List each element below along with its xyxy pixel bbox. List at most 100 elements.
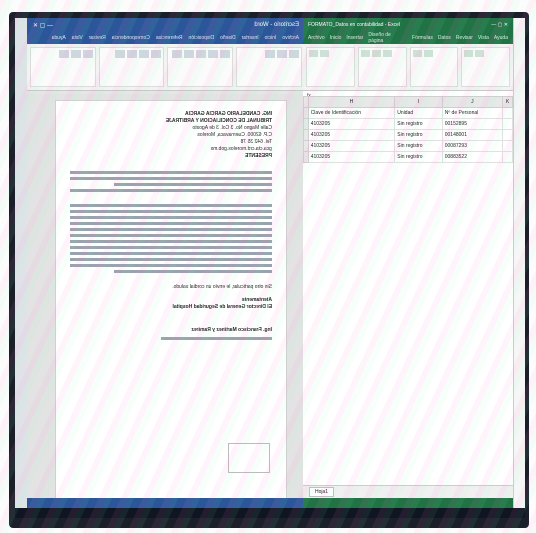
cell[interactable]: 4103205	[307, 118, 396, 130]
header-cell[interactable]: Nº de Personal	[441, 107, 504, 119]
word-tab[interactable]: Revisar	[89, 35, 106, 41]
closing-role: El Director General de Seguridad Hospita…	[172, 304, 272, 310]
comma-icon[interactable]	[475, 50, 485, 57]
sheet-tab[interactable]: Hoja1	[309, 487, 335, 497]
body-text-line	[114, 270, 272, 273]
word-tab[interactable]: Correspondencia	[112, 35, 150, 41]
monitor-frame: Escritorio - Word — ▢ ✕ Archivo Inicio I…	[9, 12, 529, 528]
column-header[interactable]: H	[307, 96, 396, 108]
file-explorer-strip[interactable]	[513, 18, 525, 508]
font-group	[357, 47, 407, 87]
excel-tab[interactable]: Revisar	[456, 35, 473, 41]
cell[interactable]: Sin registro	[394, 140, 443, 152]
style-normal-icon[interactable]	[82, 50, 93, 58]
bold-icon[interactable]	[220, 50, 231, 58]
word-window: Escritorio - Word — ▢ ✕ Archivo Inicio I…	[27, 18, 305, 508]
excel-tab[interactable]: Vista	[478, 35, 489, 41]
copy-icon[interactable]	[265, 50, 275, 58]
clipboard-group	[306, 47, 355, 87]
body-text-line	[70, 246, 272, 249]
excel-tab[interactable]: Inicio	[330, 35, 342, 41]
word-tab[interactable]: Archivo	[282, 35, 299, 41]
excel-statusbar	[303, 498, 513, 508]
fill-color-icon[interactable]	[382, 50, 392, 57]
cut-icon[interactable]	[320, 50, 329, 57]
italic-icon[interactable]	[371, 50, 381, 57]
italic-icon[interactable]	[208, 50, 219, 58]
cell[interactable]: Sin registro	[394, 129, 443, 141]
body-text-line	[70, 189, 272, 192]
body-text-line	[70, 264, 272, 267]
windows-taskbar[interactable]	[15, 508, 525, 518]
style-title-icon[interactable]	[58, 50, 69, 58]
align-left-icon[interactable]	[151, 50, 162, 58]
word-tab[interactable]: Insertar	[242, 35, 259, 41]
cell[interactable]: 00148001	[441, 129, 504, 141]
cell[interactable]: Sin registro	[394, 151, 443, 163]
body-text-line	[114, 183, 272, 186]
cell[interactable]: 4103205	[307, 151, 396, 163]
bullets-icon[interactable]	[115, 50, 126, 58]
header-cell[interactable]: Clave de Identificación	[307, 107, 396, 119]
word-tab[interactable]: Vista	[72, 35, 83, 41]
excel-tab[interactable]: Diseño de página	[368, 32, 407, 44]
clipboard-group	[236, 47, 302, 87]
wrap-text-icon[interactable]	[412, 50, 422, 57]
spreadsheet-grid[interactable]: H I J K Clave de Identificación Unidad N…	[303, 96, 513, 486]
excel-tab[interactable]: Ayuda	[494, 35, 508, 41]
paragraph-group	[98, 47, 165, 87]
excel-tab[interactable]: Insertar	[346, 35, 363, 41]
merge-icon[interactable]	[423, 50, 433, 57]
cell[interactable]	[502, 129, 513, 141]
document-page[interactable]: ING. CANDELARIO GARCIA GARCIA TRIBUNAL D…	[55, 100, 287, 500]
word-tab[interactable]: Referencias	[156, 35, 183, 41]
window-controls-icon[interactable]: — ▢ ✕	[33, 22, 53, 29]
cell[interactable]: 00152895	[441, 118, 504, 130]
excel-tab[interactable]: Fórmulas	[412, 35, 433, 41]
cell[interactable]: 4103205	[307, 129, 396, 141]
body-text-line	[70, 228, 272, 231]
column-header[interactable]: I	[394, 96, 443, 108]
cell[interactable]	[502, 140, 513, 152]
word-tab[interactable]: Disposición	[189, 35, 215, 41]
word-tab[interactable]: Ayuda	[52, 35, 66, 41]
excel-tab[interactable]: Datos	[438, 35, 451, 41]
cut-icon[interactable]	[277, 50, 287, 58]
word-titlebar: Escritorio - Word — ▢ ✕	[27, 18, 305, 32]
excel-ribbon	[303, 44, 513, 91]
column-header[interactable]: J	[441, 96, 504, 108]
bold-icon[interactable]	[360, 50, 370, 57]
style-heading-icon[interactable]	[70, 50, 81, 58]
excel-tab[interactable]: Archivo	[308, 35, 325, 41]
cell[interactable]: Sin registro	[394, 118, 443, 130]
table-row: 4103205 Sin registro 00148001	[303, 129, 513, 141]
body-text-line	[70, 204, 272, 207]
photo-background: Escritorio - Word — ▢ ✕ Archivo Inicio I…	[0, 0, 536, 533]
paste-icon[interactable]	[309, 50, 318, 57]
body-text-line	[70, 258, 272, 261]
align-center-icon[interactable]	[139, 50, 150, 58]
header-cell[interactable]: Unidad	[394, 107, 443, 119]
cell[interactable]	[502, 151, 513, 163]
word-tab[interactable]: Diseño	[220, 35, 236, 41]
word-tab[interactable]: Inicio	[265, 35, 277, 41]
alignment-group	[409, 47, 459, 87]
cell[interactable]: 4103205	[307, 140, 396, 152]
align-right-icon[interactable]	[127, 50, 138, 58]
excel-window: FORMATO_Datos en contabilidad - Excel — …	[303, 18, 513, 508]
cell[interactable]	[502, 118, 513, 130]
font-color-icon[interactable]	[184, 50, 195, 58]
recipient-address: Calle Magno No. 3 Col. 3 de Agosto	[192, 125, 273, 131]
underline-icon[interactable]	[196, 50, 207, 58]
number-group	[461, 47, 510, 87]
paste-icon[interactable]	[289, 50, 299, 58]
window-controls-icon[interactable]: — ▢ ✕	[491, 22, 508, 28]
word-ribbon	[27, 44, 305, 91]
column-header[interactable]: K	[502, 96, 513, 108]
cell[interactable]: 00883522	[441, 151, 504, 163]
highlight-icon[interactable]	[172, 50, 183, 58]
cell[interactable]: 00087293	[441, 140, 504, 152]
closing-atentamente: Atentamente	[241, 297, 272, 303]
cell[interactable]	[502, 107, 513, 119]
percent-icon[interactable]	[464, 50, 474, 57]
